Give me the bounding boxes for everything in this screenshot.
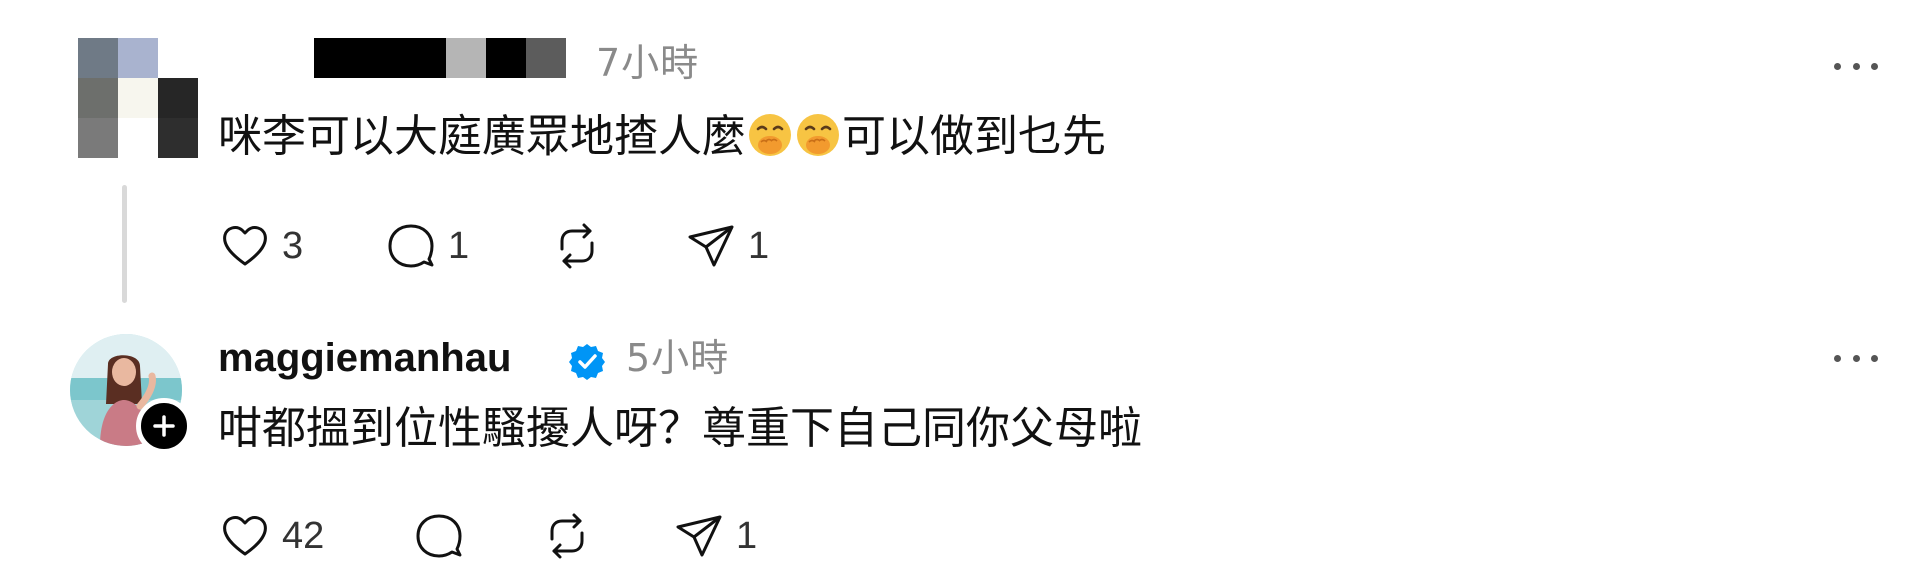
send-icon [676, 515, 722, 557]
repost-button[interactable] [550, 216, 614, 276]
share-count: 1 [736, 514, 758, 557]
like-button[interactable]: 42 [218, 506, 324, 566]
reply-button[interactable]: 1 [384, 216, 469, 276]
comment-bubble-icon [416, 514, 462, 558]
comment-text-part: 咪李可以大庭廣眾地揸人麼 [218, 111, 746, 162]
like-button[interactable]: 3 [218, 216, 303, 276]
heart-icon [223, 226, 267, 266]
timestamp: 7小時 [596, 41, 700, 85]
heart-icon [223, 516, 267, 556]
comment-1: 7小時 咪李可以大庭廣眾地揸人麼 可以做到乜先 3 1 1 [0, 0, 1920, 303]
share-button[interactable]: 1 [672, 506, 757, 566]
like-count: 3 [282, 224, 304, 267]
avatar[interactable] [78, 38, 198, 158]
timestamp: 5小時 [626, 336, 730, 380]
comment-text: 咁都搵到位性騷擾人呀？尊重下自己同你父母啦 [218, 403, 1142, 454]
hand-over-mouth-emoji [797, 114, 839, 156]
plus-icon [153, 415, 175, 437]
username[interactable]: maggiemanhau [218, 335, 511, 381]
share-count: 1 [748, 224, 770, 267]
share-button[interactable]: 1 [684, 216, 769, 276]
comment-2: maggiemanhau 5小時 咁都搵到位性騷擾人呀？尊重下自己同你父母啦 4… [0, 300, 1920, 587]
more-dots-icon[interactable] [1834, 60, 1878, 72]
verified-badge-icon [569, 344, 605, 380]
like-count: 42 [282, 514, 325, 557]
repost-button[interactable] [540, 506, 604, 566]
thread-line [122, 185, 127, 303]
send-icon [688, 225, 734, 267]
repost-icon [560, 223, 594, 269]
follow-button[interactable] [136, 398, 192, 454]
hand-over-mouth-emoji [749, 114, 791, 156]
reply-count: 1 [448, 224, 470, 267]
repost-icon [550, 513, 584, 559]
redacted-username [314, 38, 588, 78]
more-dots-icon[interactable] [1834, 352, 1878, 364]
comment-text-part: 可以做到乜先 [842, 111, 1106, 162]
comment-bubble-icon [388, 224, 434, 268]
reply-button[interactable] [412, 506, 476, 566]
comment-text: 咪李可以大庭廣眾地揸人麼 可以做到乜先 [218, 109, 1106, 165]
